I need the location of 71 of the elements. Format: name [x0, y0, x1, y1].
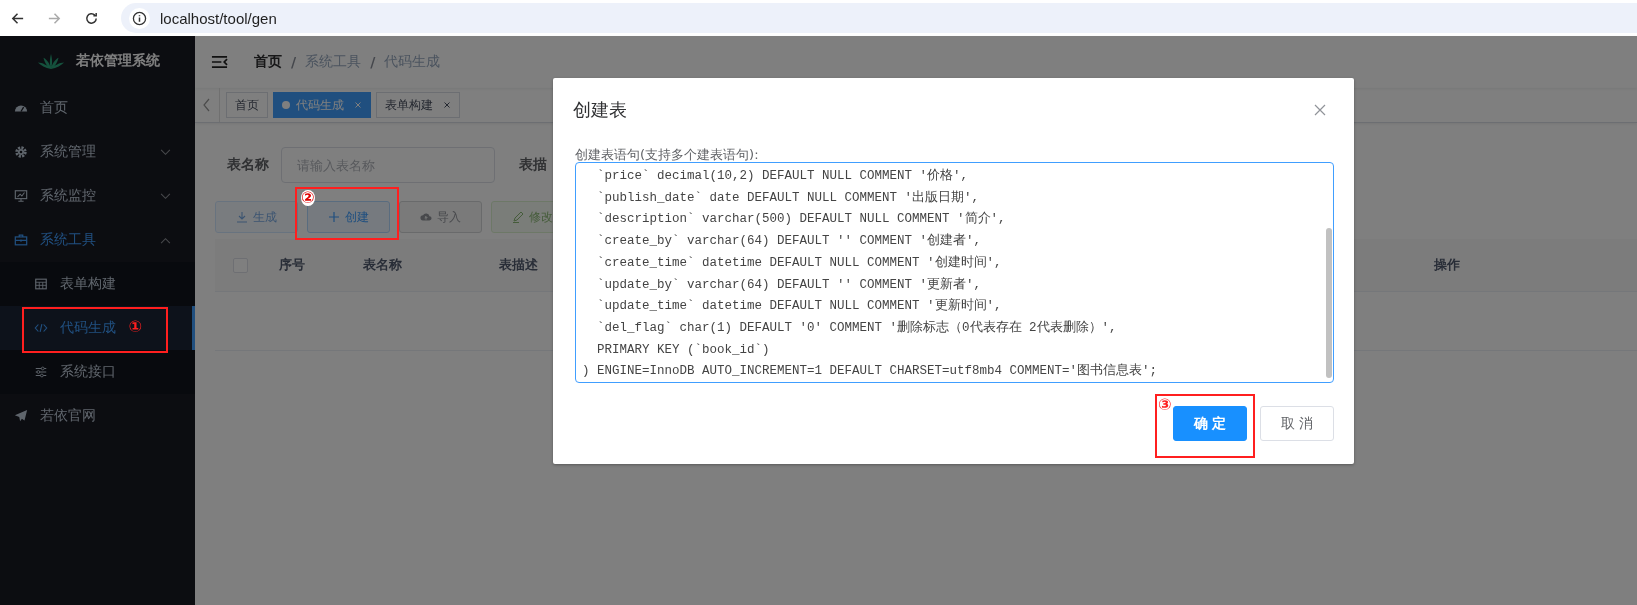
tab-label: 代码生成 — [296, 96, 344, 114]
code-line: `update_by` varchar(64) DEFAULT '' COMMENT '更新者', — [596, 276, 983, 294]
dialog-button[interactable]: 确 定 — [1173, 406, 1247, 441]
code-line: ) ENGINE=InnoDB AUTO_INCREMENT=1 DEFAULT CHARSET=utf8mb4 COMMENT='图书信息表'; — [582, 362, 1159, 381]
info-icon[interactable] — [129, 7, 150, 29]
field-label: 表名称 — [227, 156, 269, 174]
column-header: 操作 — [1433, 256, 1461, 274]
sliders-icon — [34, 365, 48, 379]
submenu-item[interactable]: 表单构建 — [0, 262, 195, 306]
step-number: ③ — [1158, 397, 1172, 413]
code-line: `del_flag` char(1) DEFAULT '0' COMMENT '删除标志（0代表存在 2代表删除）', — [596, 319, 1118, 337]
submenu-item[interactable]: 系统接口 — [0, 350, 195, 394]
tab[interactable]: 首页 — [226, 92, 268, 118]
menu-label: 首页 — [40, 99, 68, 117]
code-line: `update_time` datetime DEFAULT NULL COMMENT '更新时间', — [596, 297, 1003, 316]
tab-label: 表单构建 — [385, 96, 433, 114]
monitor-icon — [14, 189, 28, 203]
table-icon — [34, 277, 48, 291]
menu-icon[interactable] — [211, 55, 228, 69]
code-line: PRIMARY KEY (`book_id`) — [596, 341, 771, 359]
column-header: 表名称 — [363, 256, 403, 274]
close-icon[interactable] — [1314, 104, 1326, 116]
cloud-upload-icon — [420, 211, 432, 223]
dialog-button[interactable]: 取 消 — [1260, 406, 1334, 441]
dialog-title: 创建表 — [573, 98, 627, 122]
step-number: ① — [128, 319, 142, 335]
menu-item[interactable]: 系统工具 — [0, 218, 195, 262]
code-icon — [34, 321, 48, 335]
dot-icon — [282, 101, 290, 109]
code-line: `price` decimal(10,2) DEFAULT NULL COMMENT '价格', — [596, 167, 970, 185]
sql-textarea[interactable] — [575, 162, 1334, 383]
chevron-icon — [160, 192, 171, 200]
submenu-item[interactable]: 代码生成 ① — [0, 306, 195, 350]
code-line: `create_by` varchar(64) DEFAULT '' COMMENT '创建者', — [596, 232, 983, 251]
code-line: `publish_date` date DEFAULT NULL COMMENT '出版日期', — [596, 189, 981, 207]
code-line: `description` varchar(500) DEFAULT NULL COMMENT '简介', — [596, 210, 1007, 229]
field-label: 创建表语句(支持多个建表语句): — [575, 148, 760, 162]
chevron-icon — [160, 148, 171, 156]
scrollbar-thumb[interactable] — [1326, 228, 1332, 378]
tab[interactable]: 代码生成 — [273, 92, 371, 118]
menu-item[interactable]: 若依官网 — [0, 394, 195, 438]
breadcrumb-separator: / — [370, 54, 376, 70]
chevron-icon — [160, 236, 171, 244]
field-label: 表描 — [519, 156, 547, 174]
app-title: 若依管理系统 — [75, 52, 160, 70]
tab-label: 首页 — [235, 96, 259, 114]
menu-label: 若依官网 — [40, 407, 96, 425]
menu-item[interactable]: 系统管理 — [0, 130, 195, 174]
submenu-label: 表单构建 — [60, 275, 116, 293]
column-header: 序号 — [279, 256, 306, 274]
submenu-label: 系统接口 — [60, 363, 116, 381]
column-header: 表描述 — [499, 256, 539, 274]
submenu-label: 代码生成 — [60, 319, 116, 337]
address-text: localhost/tool/gen — [160, 9, 277, 27]
breadcrumb-separator: / — [291, 54, 297, 70]
menu-item[interactable]: 首页 — [0, 86, 195, 130]
menu-label: 系统管理 — [40, 143, 96, 161]
address-bar[interactable]: localhost/tool/gen — [121, 3, 1637, 33]
tab[interactable]: 表单构建 — [376, 92, 460, 118]
breadcrumb-item[interactable]: 首页 — [254, 53, 282, 71]
menu-item[interactable]: 系统监控 — [0, 174, 195, 218]
paper-plane-icon — [14, 409, 28, 423]
plus-icon — [328, 211, 340, 223]
close-icon[interactable] — [443, 101, 451, 109]
code-line: `create_time` datetime DEFAULT NULL COMMENT '创建时间', — [596, 254, 1003, 272]
gear-icon — [14, 145, 28, 159]
step-number: ② — [301, 190, 315, 206]
menu-label: 系统工具 — [40, 231, 96, 249]
menu-label: 系统监控 — [40, 187, 96, 205]
reload-icon[interactable] — [84, 10, 99, 26]
toolbox-icon — [14, 233, 28, 247]
